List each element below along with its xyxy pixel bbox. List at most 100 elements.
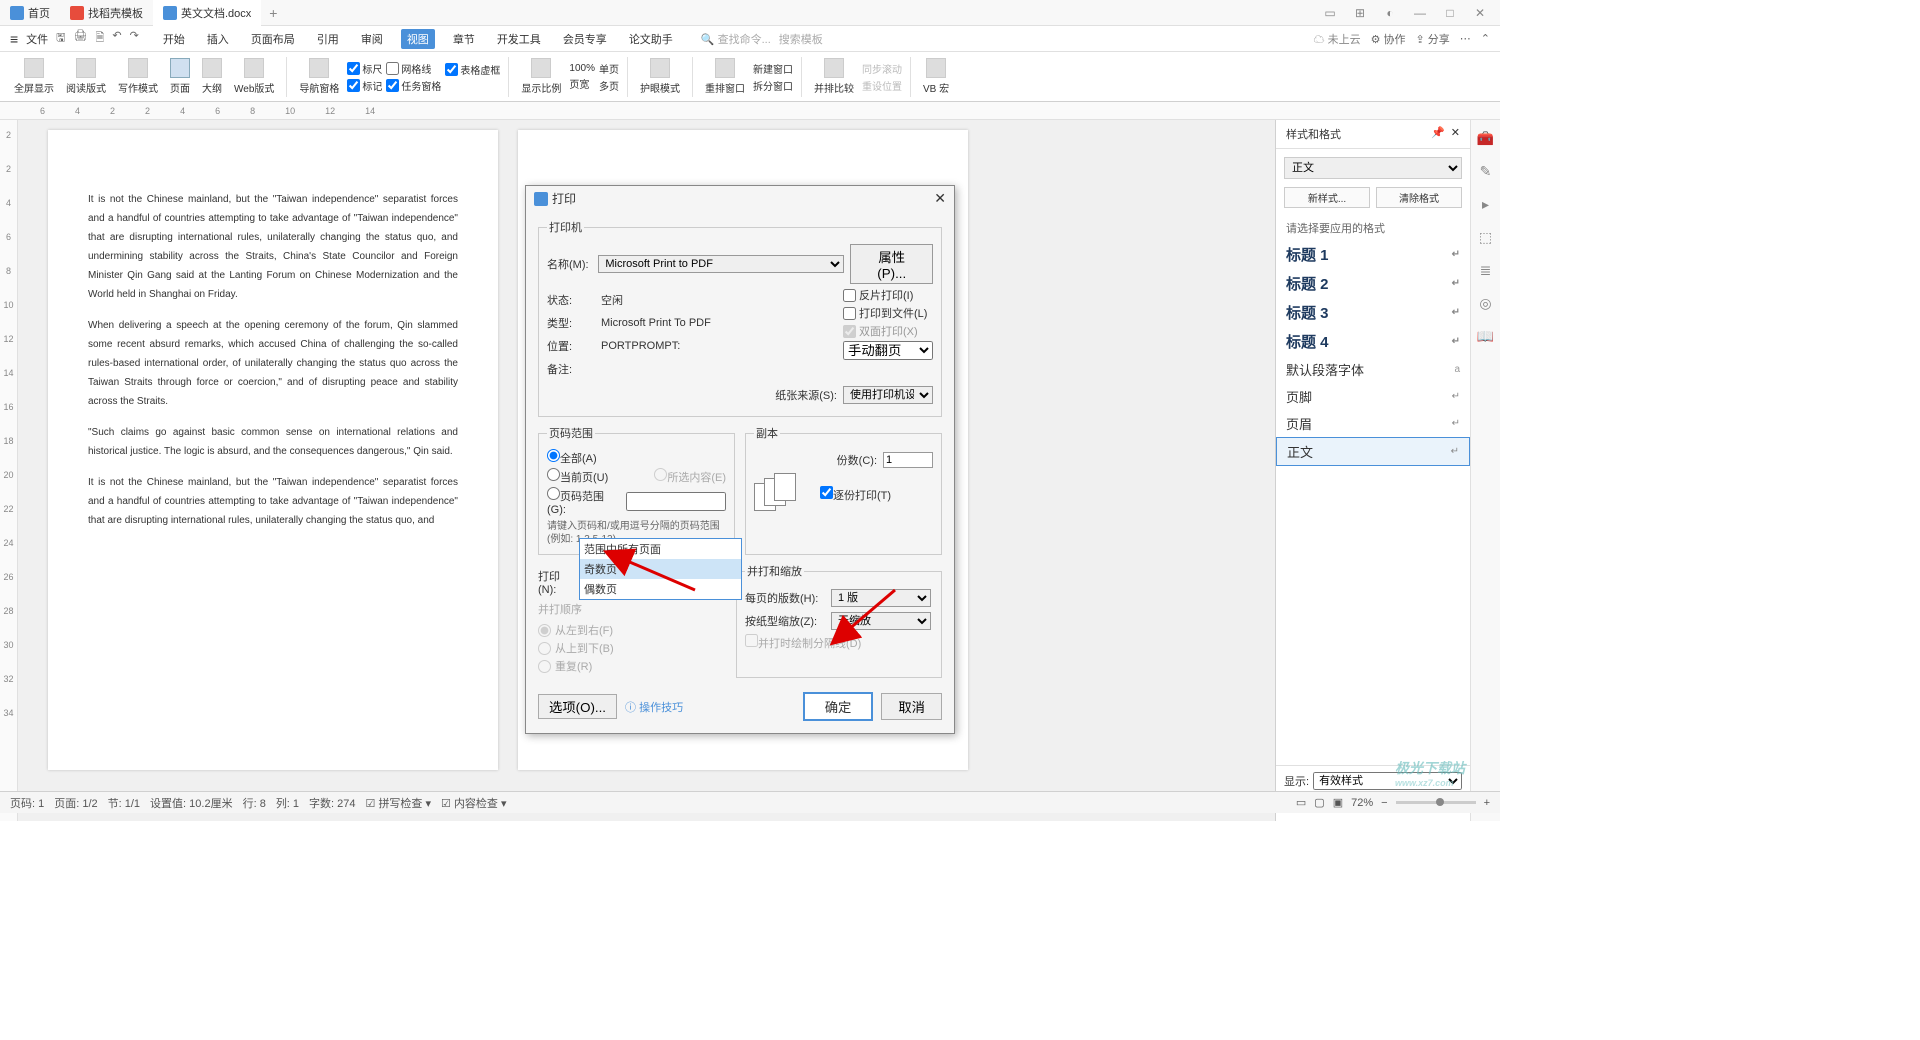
print-icon[interactable]: 🖨 bbox=[74, 29, 88, 48]
style-heading3[interactable]: 标题 3↵ bbox=[1276, 298, 1470, 327]
writing-button[interactable]: 写作模式 bbox=[114, 58, 162, 95]
copies-input[interactable] bbox=[883, 452, 933, 468]
layout-icon[interactable]: ▭ bbox=[1320, 6, 1340, 20]
new-style-button[interactable]: 新样式... bbox=[1284, 187, 1370, 208]
tips-link[interactable]: ⓘ 操作技巧 bbox=[625, 699, 683, 715]
new-window[interactable]: 新建窗口 bbox=[753, 61, 793, 76]
options-button[interactable]: 选项(O)... bbox=[538, 694, 617, 719]
marks-checkbox[interactable]: 标记 bbox=[347, 78, 382, 93]
eye-mode-button[interactable]: 护眼模式 bbox=[636, 58, 684, 95]
current-radio[interactable]: 当前页(U) bbox=[547, 468, 608, 485]
dialog-close-button[interactable]: ✕ bbox=[934, 190, 946, 207]
share-button[interactable]: ⇪ 分享 bbox=[1416, 31, 1450, 47]
status-content[interactable]: ☑ 内容检查 ▾ bbox=[441, 795, 507, 811]
search-template[interactable]: 搜索模板 bbox=[779, 31, 823, 47]
redo-icon[interactable]: ↷ bbox=[130, 29, 139, 48]
collab-button[interactable]: ⚙ 协作 bbox=[1371, 31, 1406, 47]
vertical-ruler[interactable]: 2246810121416182022242628303234 bbox=[0, 120, 18, 821]
fullscreen-button[interactable]: 全屏显示 bbox=[10, 58, 58, 95]
cancel-button[interactable]: 取消 bbox=[881, 693, 942, 720]
tab-home[interactable]: 首页 bbox=[0, 0, 60, 26]
single-page[interactable]: 单页 bbox=[599, 61, 619, 76]
save-icon[interactable]: 🖫 bbox=[56, 29, 65, 48]
source-select[interactable]: 使用打印机设置 bbox=[843, 386, 933, 404]
status-spell[interactable]: ☑ 拼写检查 ▾ bbox=[366, 795, 432, 811]
select-icon[interactable]: ⬚ bbox=[1479, 229, 1492, 246]
menu-start[interactable]: 开始 bbox=[159, 29, 189, 49]
tab-template[interactable]: 找稻壳模板 bbox=[60, 0, 153, 26]
status-pages[interactable]: 页面: 1/2 bbox=[54, 795, 97, 811]
zoom-100[interactable]: 100% bbox=[569, 63, 595, 74]
printer-select[interactable]: Microsoft Print to PDF bbox=[598, 255, 844, 273]
all-radio[interactable]: 全部(A) bbox=[547, 449, 597, 466]
target-icon[interactable]: ◎ bbox=[1479, 295, 1491, 312]
tab-document[interactable]: 英文文档.docx bbox=[153, 0, 261, 26]
style-footer[interactable]: 页脚↵ bbox=[1276, 383, 1470, 410]
reading-button[interactable]: 阅读版式 bbox=[62, 58, 110, 95]
web-button[interactable]: Web版式 bbox=[230, 58, 278, 95]
pin-icon[interactable]: 📌 bbox=[1431, 126, 1445, 142]
tofile-checkbox[interactable]: 打印到文件(L) bbox=[843, 305, 933, 321]
multi-page[interactable]: 多页 bbox=[599, 78, 619, 93]
view-mode3-icon[interactable]: ▣ bbox=[1333, 796, 1343, 809]
cursor-icon[interactable]: ▸ bbox=[1482, 196, 1489, 213]
arrange-button[interactable]: 重排窗口 bbox=[701, 58, 749, 95]
book-icon[interactable]: 📖 bbox=[1477, 328, 1494, 345]
pages-input[interactable] bbox=[626, 492, 726, 511]
minimize-button[interactable]: — bbox=[1410, 6, 1430, 20]
properties-button[interactable]: 属性(P)... bbox=[850, 244, 933, 284]
style-heading2[interactable]: 标题 2↵ bbox=[1276, 269, 1470, 298]
view-mode2-icon[interactable]: ▢ bbox=[1314, 796, 1324, 809]
zoom-out[interactable]: − bbox=[1381, 797, 1387, 809]
cloud-status[interactable]: ☁ 未上云 bbox=[1314, 31, 1361, 47]
zoom-slider[interactable] bbox=[1396, 801, 1476, 804]
menu-review[interactable]: 审阅 bbox=[357, 29, 387, 49]
zoom-in[interactable]: + bbox=[1484, 797, 1490, 809]
menu-dev[interactable]: 开发工具 bbox=[493, 29, 545, 49]
pages-radio[interactable]: 页码范围(G): bbox=[547, 487, 622, 516]
style-heading1[interactable]: 标题 1↵ bbox=[1276, 240, 1470, 269]
status-line[interactable]: 行: 8 bbox=[243, 795, 266, 811]
menu-insert[interactable]: 插入 bbox=[203, 29, 233, 49]
compare-button[interactable]: 并排比较 bbox=[810, 58, 858, 95]
maximize-button[interactable]: □ bbox=[1440, 6, 1460, 20]
avatar-icon[interactable]: ◐ bbox=[1380, 6, 1400, 20]
style-heading4[interactable]: 标题 4↵ bbox=[1276, 327, 1470, 356]
panel-close-icon[interactable]: ✕ bbox=[1451, 126, 1460, 142]
ok-button[interactable]: 确定 bbox=[803, 692, 874, 721]
status-page[interactable]: 页码: 1 bbox=[10, 795, 44, 811]
status-pos[interactable]: 设置值: 10.2厘米 bbox=[150, 795, 233, 811]
menu-layout[interactable]: 页面布局 bbox=[247, 29, 299, 49]
clear-format-button[interactable]: 清除格式 bbox=[1376, 187, 1462, 208]
chevron-icon[interactable]: ⌃ bbox=[1481, 32, 1490, 45]
outline-button[interactable]: 大纲 bbox=[198, 58, 226, 95]
status-words[interactable]: 字数: 274 bbox=[309, 795, 355, 811]
style-body[interactable]: 正文↵ bbox=[1276, 437, 1470, 466]
layers-icon[interactable]: ≣ bbox=[1480, 262, 1492, 279]
style-default-font[interactable]: 默认段落字体a bbox=[1276, 356, 1470, 383]
menu-thesis[interactable]: 论文助手 bbox=[625, 29, 677, 49]
undo-icon[interactable]: ↶ bbox=[112, 29, 121, 48]
grid-checkbox[interactable]: 网格线 bbox=[386, 61, 441, 76]
status-section[interactable]: 节: 1/1 bbox=[108, 795, 140, 811]
menu-section[interactable]: 章节 bbox=[449, 29, 479, 49]
zoom-button[interactable]: 显示比例 bbox=[517, 58, 565, 95]
toolbox-icon[interactable]: 🧰 bbox=[1477, 130, 1494, 147]
macro-button[interactable]: VB 宏 bbox=[919, 58, 953, 95]
close-button[interactable]: ✕ bbox=[1470, 6, 1490, 20]
menu-icon[interactable]: ≡ bbox=[10, 31, 18, 47]
split-window[interactable]: 拆分窗口 bbox=[753, 78, 793, 93]
zoom-value[interactable]: 72% bbox=[1351, 797, 1373, 809]
current-style-select[interactable]: 正文 bbox=[1284, 157, 1462, 179]
status-col[interactable]: 列: 1 bbox=[276, 795, 299, 811]
view-mode-icon[interactable]: ▭ bbox=[1296, 796, 1306, 809]
pen-icon[interactable]: ✎ bbox=[1480, 163, 1492, 180]
preview-icon[interactable]: 🗎 bbox=[96, 29, 105, 48]
horizontal-ruler[interactable]: 6422468101214 bbox=[0, 102, 1500, 120]
taskpane-checkbox[interactable]: 任务窗格 bbox=[386, 78, 441, 93]
style-header[interactable]: 页眉↵ bbox=[1276, 410, 1470, 437]
page-button[interactable]: 页面 bbox=[166, 58, 194, 95]
collate-checkbox[interactable]: 逐份打印(T) bbox=[820, 486, 891, 503]
reverse-checkbox[interactable]: 反片打印(I) bbox=[843, 287, 933, 303]
manual-select[interactable]: 手动翻页 bbox=[843, 341, 933, 360]
